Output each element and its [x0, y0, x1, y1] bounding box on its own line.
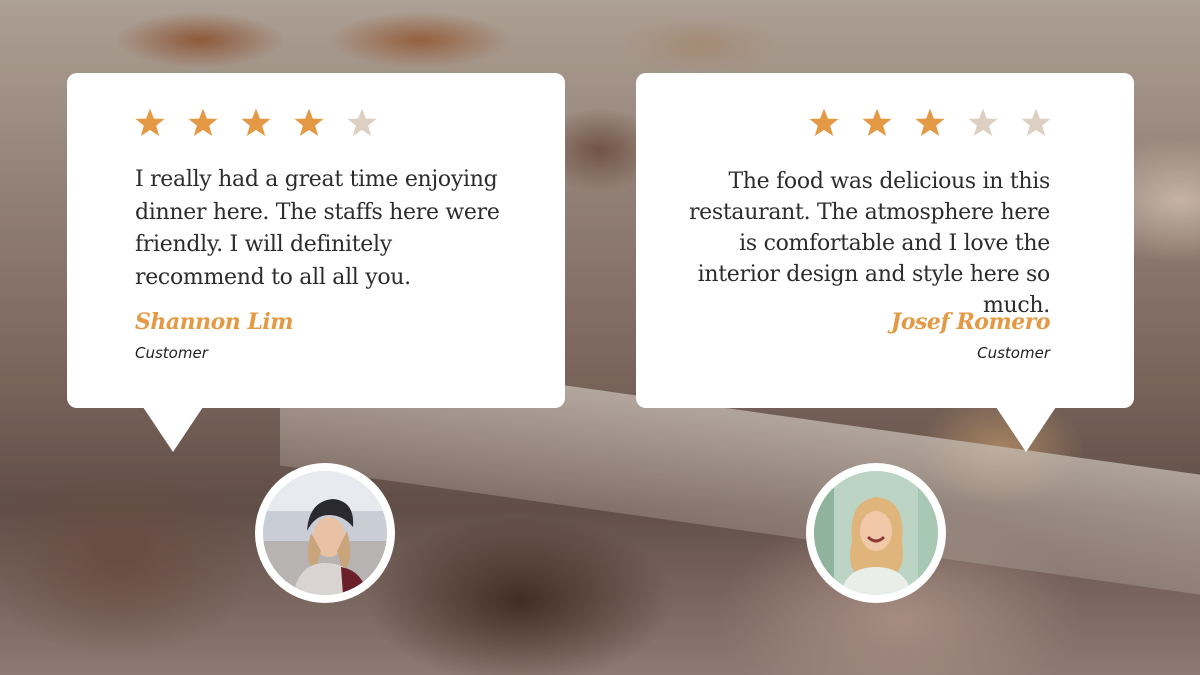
reviewer-role: Customer	[135, 344, 208, 362]
star-filled-icon	[241, 108, 271, 136]
reviewer-role: Customer	[977, 344, 1050, 362]
star-empty-icon	[347, 108, 377, 136]
reviewer-avatar	[806, 463, 946, 603]
star-filled-icon	[135, 108, 165, 136]
speech-bubble-pointer	[996, 407, 1056, 452]
testimonial-card: I really had a great time enjoying dinne…	[67, 73, 565, 452]
star-filled-icon	[294, 108, 324, 136]
star-rating	[808, 107, 1052, 139]
testimonial-card: The food was delicious in this restauran…	[636, 73, 1134, 452]
star-filled-icon	[915, 108, 945, 136]
testimonial-quote: The food was delicious in this restauran…	[688, 169, 1050, 318]
smiling-woman-photo	[814, 471, 938, 595]
testimonial-quote: I really had a great time enjoying dinne…	[135, 167, 500, 290]
reviewer-name: Josef Romero	[890, 309, 1051, 335]
star-rating	[134, 107, 378, 139]
star-empty-icon	[968, 108, 998, 136]
reviewer-name: Shannon Lim	[135, 309, 294, 335]
star-empty-icon	[1021, 108, 1051, 136]
speech-bubble-pointer	[143, 407, 203, 452]
woman-in-beanie-photo	[263, 471, 387, 595]
star-filled-icon	[188, 108, 218, 136]
star-filled-icon	[809, 108, 839, 136]
star-filled-icon	[862, 108, 892, 136]
reviewer-avatar	[255, 463, 395, 603]
